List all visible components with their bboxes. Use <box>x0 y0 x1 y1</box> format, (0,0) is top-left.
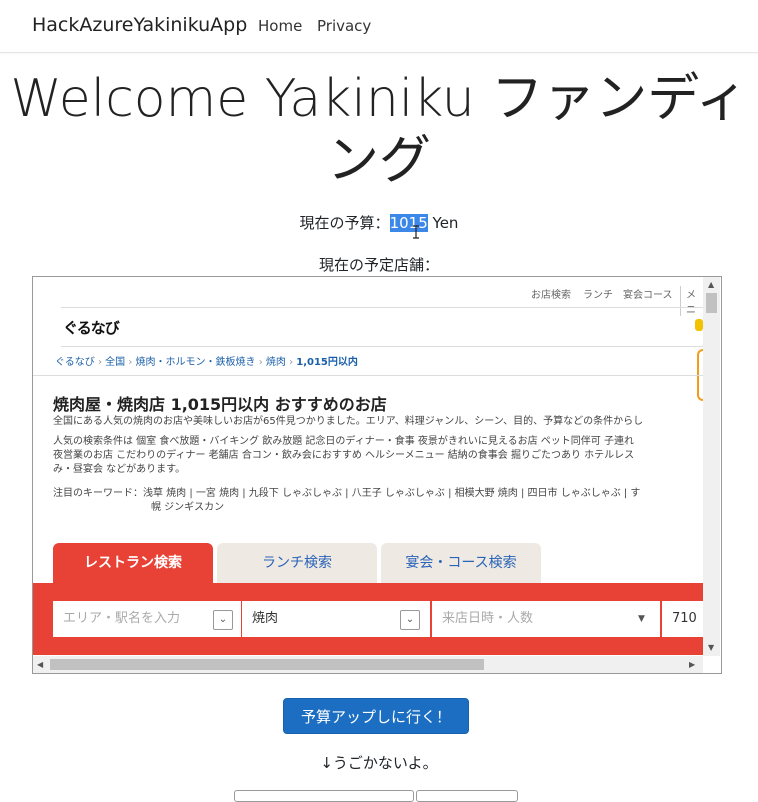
budget-partial: 710 <box>672 611 697 626</box>
navbar: HackAzureYakinikuApp Home Privacy <box>0 0 758 53</box>
crumb-price: 1,015円以内 <box>296 357 358 368</box>
chevron-down-icon[interactable]: ⌄ <box>400 610 420 630</box>
datetime-placeholder: 来店日時・人数 <box>442 611 534 626</box>
budget-up-button[interactable]: 予算アップしに行く！ <box>283 698 469 734</box>
crumb-genre[interactable]: 焼肉・ホルモン・鉄板焼き <box>136 357 256 368</box>
gnavi-logo[interactable]: ぐるなび <box>63 317 120 338</box>
budget-value: 1015 <box>389 214 428 232</box>
breadcrumb: ぐるなび › 全国 › 焼肉・ホルモン・鉄板焼き › 焼肉 › 1,015円以内 <box>55 357 358 368</box>
embed-desc: 全国にある人気の焼肉のお店や美味しいお店が65件見つかりました。エリア、料理ジャ… <box>53 416 644 427</box>
nav-privacy[interactable]: Privacy <box>317 17 371 35</box>
tab-lunch-search[interactable]: ランチ検索 <box>217 543 377 583</box>
mascot-icon <box>695 319 703 331</box>
top-link-search[interactable]: お店検索 <box>531 286 571 301</box>
search-bar: エリア・駅名を入力 ⌄ 焼肉 ⌄ 来店日時・人数 ▼ 710 <box>33 583 703 655</box>
scroll-down-icon[interactable]: ▼ <box>708 643 714 652</box>
datetime-select[interactable]: 来店日時・人数 ▼ <box>432 601 660 637</box>
popular-conditions-1: 人気の検索条件は 個室 食べ放題・バイキング 飲み放題 記念日のディナー・食事 … <box>53 436 634 447</box>
nav-home[interactable]: Home <box>258 17 302 35</box>
budget-line: 現在の予算：1015 Yen <box>0 212 758 233</box>
area-placeholder: エリア・駅名を入力 <box>63 611 181 626</box>
embed-top-links: お店検索 ランチ 宴会コース メニ <box>33 277 703 316</box>
budget-label: 現在の予算： <box>299 214 390 232</box>
genre-value: 焼肉 <box>252 611 279 626</box>
search-tabs: レストラン検索 ランチ検索 宴会・コース検索 <box>53 543 703 583</box>
vertical-scroll-thumb[interactable] <box>706 293 717 313</box>
scroll-up-icon[interactable]: ▲ <box>708 280 714 289</box>
chevron-down-icon[interactable]: ⌄ <box>213 610 233 630</box>
horizontal-scroll-thumb[interactable] <box>50 659 484 670</box>
horizontal-scrollbar[interactable]: ◀ ▶ <box>33 656 703 673</box>
scroll-left-icon[interactable]: ◀ <box>37 660 43 669</box>
tab-course-search[interactable]: 宴会・コース検索 <box>381 543 541 583</box>
budget-unit: Yen <box>432 214 459 232</box>
caret-down-icon: ▼ <box>638 614 645 624</box>
divider <box>33 375 703 376</box>
area-input[interactable]: エリア・駅名を入力 ⌄ <box>53 601 241 637</box>
note-text: ↓うごかないよ。 <box>320 754 438 772</box>
genre-select[interactable]: 焼肉 ⌄ <box>242 601 430 637</box>
popular-conditions-3: み・昼宴会 などがあります。 <box>53 464 186 475</box>
popular-conditions-2: 夜営業のお店 こだわりのディナー 老舗店 合コン・飲み会におすすめ ヘルシーメニ… <box>53 450 635 461</box>
crumb-national[interactable]: 全国 <box>105 357 125 368</box>
keywords-line-1: 注目のキーワード：浅草 焼肉 | 一宮 焼肉 | 九段下 しゃぶしゃぶ | 八王… <box>53 488 641 499</box>
crumb-home[interactable]: ぐるなび <box>55 357 95 368</box>
planned-store-label: 現在の予定店舗： <box>318 256 439 274</box>
page-title: Welcome Yakiniku ファンディング <box>10 69 748 191</box>
scroll-right-icon[interactable]: ▶ <box>689 660 695 669</box>
embed-title: 焼肉屋・焼肉店 1,015円以内 おすすめのお店 <box>53 395 387 414</box>
embed-logo-bar: ぐるなび <box>61 307 703 347</box>
vertical-scrollbar[interactable]: ▲ ▼ <box>703 277 720 656</box>
tab-restaurant-search[interactable]: レストラン検索 <box>53 543 213 583</box>
keywords-line-2: 幌 ジンギスカン <box>151 502 225 513</box>
budget-select[interactable]: 710 <box>662 601 703 637</box>
top-link-course[interactable]: 宴会コース <box>623 286 673 301</box>
embedded-store-frame[interactable]: お店検索 ランチ 宴会コース メニ ぐるなび ぐるなび › 全国 › 焼肉・ホル… <box>32 276 722 674</box>
top-link-lunch[interactable]: ランチ <box>583 286 613 301</box>
brand-link[interactable]: HackAzureYakinikuApp <box>32 14 247 36</box>
crumb-yakiniku[interactable]: 焼肉 <box>266 357 286 368</box>
text-cursor-icon <box>413 225 419 239</box>
